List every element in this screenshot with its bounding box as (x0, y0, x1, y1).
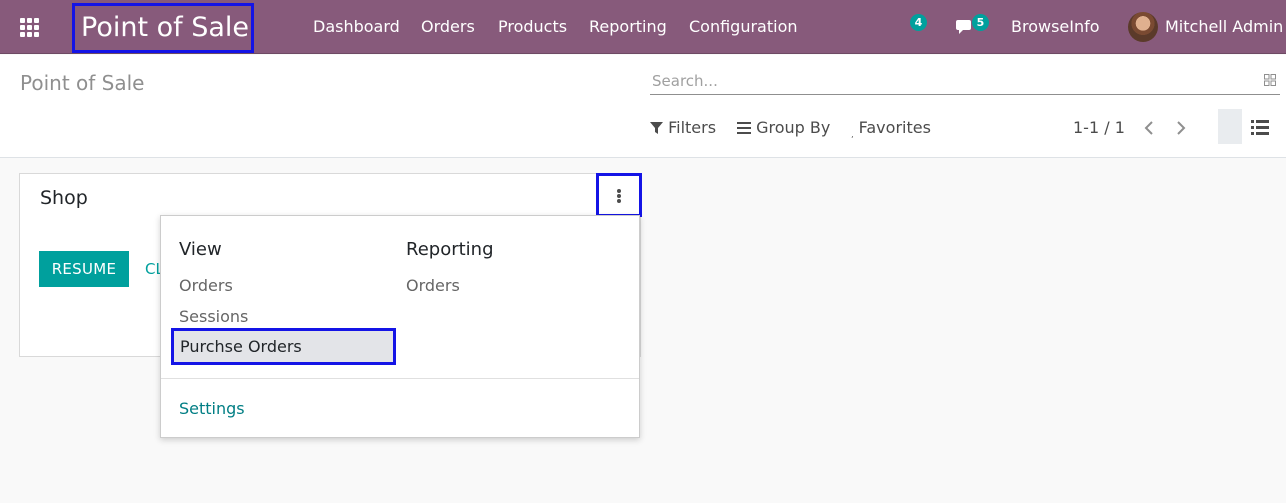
resume-button[interactable]: RESUME (39, 251, 129, 287)
favorites-button[interactable]: ‚ Favorites (851, 117, 931, 139)
apps-menu-icon[interactable] (20, 18, 40, 37)
app-title[interactable]: Point of Sale (72, 3, 254, 53)
card-title: Shop (40, 187, 88, 209)
close-button[interactable]: CLOSE (145, 251, 161, 287)
control-panel: Point of Sale Filters Group By ‚ Favorit… (0, 55, 1286, 158)
filters-button[interactable]: Filters (650, 117, 716, 139)
dropdown-item-purchase-orders[interactable]: Purchse Orders (171, 328, 396, 365)
user-menu[interactable]: Mitchell Admin (1165, 0, 1283, 54)
user-avatar[interactable] (1128, 12, 1158, 42)
group-by-label: Group By (756, 118, 831, 137)
search-bar (650, 69, 1280, 95)
card-dropdown-menu: View Orders Sessions Purchse Orders Repo… (160, 215, 640, 438)
search-input[interactable] (650, 69, 1250, 93)
activity-button[interactable]: 4 (910, 14, 932, 36)
view-heading: View (179, 239, 222, 260)
menu-reporting[interactable]: Reporting (589, 0, 667, 54)
menu-configuration[interactable]: Configuration (689, 0, 798, 54)
list-view-icon[interactable] (1251, 118, 1269, 136)
message-count-badge: 5 (972, 14, 989, 31)
group-by-button[interactable]: Group By (737, 117, 830, 139)
dropdown-item-orders[interactable]: Orders (179, 273, 233, 299)
favorites-label: Favorites (858, 118, 931, 137)
reporting-heading: Reporting (406, 239, 494, 260)
filters-label: Filters (668, 118, 717, 137)
pager-value[interactable]: 1-1 / 1 (1073, 117, 1125, 139)
activity-count-badge: 4 (910, 14, 927, 31)
menu-orders[interactable]: Orders (421, 0, 475, 54)
dropdown-item-settings[interactable]: Settings (179, 396, 245, 422)
dropdown-item-sessions[interactable]: Sessions (179, 304, 248, 330)
menu-products[interactable]: Products (498, 0, 567, 54)
pager-next-icon[interactable] (1173, 117, 1189, 139)
star-icon: ‚ (851, 130, 854, 139)
kanban-view-button[interactable] (1218, 109, 1242, 144)
top-navbar: Point of Sale Dashboard Orders Products … (0, 0, 1286, 54)
dropdown-item-reporting-orders[interactable]: Orders (406, 273, 460, 299)
filter-icon (650, 122, 663, 134)
menu-dashboard[interactable]: Dashboard (313, 0, 400, 54)
pager-previous-icon[interactable] (1141, 117, 1157, 139)
search-options-icon[interactable] (1264, 74, 1276, 86)
group-by-icon (737, 122, 751, 134)
page-title: Point of Sale (20, 71, 145, 95)
dropdown-divider (161, 378, 639, 379)
company-switcher[interactable]: BrowseInfo (1011, 0, 1100, 54)
card-menu-button[interactable] (596, 173, 642, 217)
